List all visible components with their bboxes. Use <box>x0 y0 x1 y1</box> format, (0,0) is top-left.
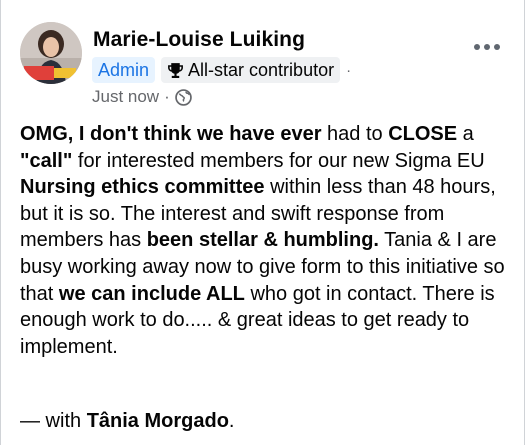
post-card: Marie-Louise Luiking Admin All-star cont… <box>0 0 525 445</box>
post-bold-text: been stellar & humbling. <box>146 229 379 252</box>
trophy-icon <box>168 62 183 78</box>
post-text-segment: for interested members for our new Sigma… <box>72 149 485 172</box>
globe-icon[interactable] <box>174 88 192 106</box>
more-horizontal-icon <box>494 44 500 50</box>
avatar[interactable] <box>20 22 82 84</box>
post-bold-text: OMG, I don't think we have ever <box>20 123 322 145</box>
post-text-segment: had to <box>321 123 389 145</box>
post-meta: Just now · <box>92 87 192 107</box>
tagged-people: — with Tânia Morgado. <box>20 410 234 433</box>
contributor-badge-label: All-star contributor <box>188 60 335 80</box>
timestamp[interactable]: Just now <box>92 87 159 107</box>
tagged-person-link[interactable]: Tânia Morgado <box>87 410 229 432</box>
post-bold-text: CLOSE <box>388 123 458 145</box>
post-bold-text: Nursing ethics committee <box>20 176 265 199</box>
author-name[interactable]: Marie-Louise Luiking <box>93 28 305 52</box>
admin-badge[interactable]: Admin <box>92 57 156 83</box>
contributor-badge[interactable]: All-star contributor <box>161 57 341 83</box>
more-horizontal-icon <box>474 44 480 50</box>
post-bold-text: we can include ALL <box>58 282 245 305</box>
tag-prefix: — with <box>20 410 87 432</box>
author-badges: Admin All-star contributor · <box>92 57 351 83</box>
post-text: OMG, I don't think we have ever had to C… <box>20 121 520 360</box>
post-text-segment: a <box>457 123 474 145</box>
profile-photo <box>20 22 82 84</box>
separator-dot: · <box>346 61 352 79</box>
more-horizontal-icon <box>484 44 490 50</box>
separator-dot: · <box>164 87 170 106</box>
post-bold-text: "call" <box>20 149 73 172</box>
tag-suffix: . <box>228 410 235 432</box>
more-options-button[interactable] <box>474 44 500 50</box>
